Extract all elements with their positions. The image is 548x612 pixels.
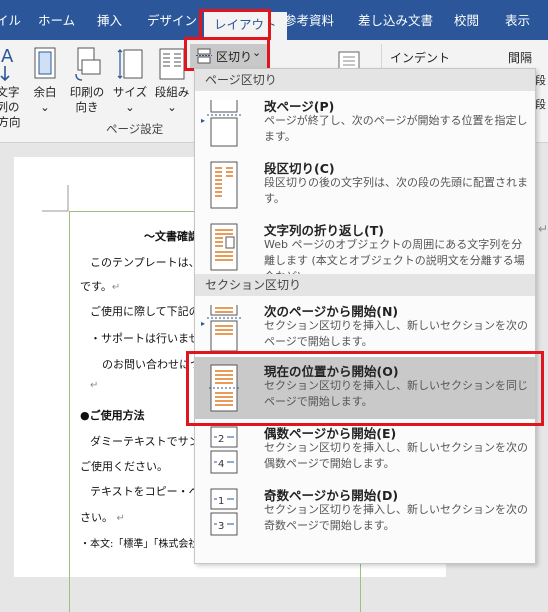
arrow-marker-icon: ▸: [201, 319, 206, 328]
margin-corner-mark: [42, 185, 69, 212]
menu-item-text-wrapping[interactable]: 文字列の折り返し(T) Web ページのオブジェクトの周囲にある文字列を分離しま…: [195, 216, 535, 283]
text-direction-icon: A: [0, 46, 14, 82]
menu-item-even-page[interactable]: 2 4 偶数ページから開始(E) セクション区切りを挿入し、新しいセクションを次…: [195, 419, 535, 481]
svg-text:1: 1: [218, 496, 224, 507]
page-setup-group-label: ページ設定: [106, 122, 164, 136]
column-break-icon: [210, 161, 238, 209]
doc-line: さい。 ↵: [80, 511, 125, 524]
size-button[interactable]: サイズ ⌄: [112, 46, 148, 115]
ribbon-tab-bar: イル ホーム 挿入 デザイン レイアウト 参考資料 差し込み文書 校閲 表示: [0, 0, 548, 40]
next-page-break-icon: [207, 305, 241, 352]
doc-line: ・サポートは行いません: [90, 332, 211, 345]
tab-layout[interactable]: レイアウト: [204, 12, 287, 40]
tab-references[interactable]: 参考資料: [284, 10, 334, 32]
tab-mailings[interactable]: 差し込み文書: [358, 10, 433, 32]
margins-button[interactable]: 余白 ⌄: [28, 46, 62, 115]
doc-heading: ●ご使用方法: [80, 409, 145, 422]
breaks-icon: [196, 48, 212, 64]
size-icon: [117, 49, 143, 79]
spacing-label: 間隔: [508, 51, 533, 65]
margins-icon: [34, 47, 56, 79]
columns-icon: [159, 48, 185, 80]
section-header-section-breaks: セクション区切り: [195, 274, 535, 296]
doc-line: ご使用に際して下記の点: [90, 305, 211, 318]
tab-file[interactable]: イル: [0, 10, 21, 32]
breaks-button[interactable]: 区切り ⌄: [190, 44, 268, 68]
orientation-icon: [75, 47, 101, 81]
orientation-button[interactable]: 印刷の 向き: [66, 46, 108, 115]
tab-view[interactable]: 表示: [505, 10, 530, 32]
menu-item-column-break[interactable]: 段区切り(C) 段区切りの後の文字列は、次の段の先頭に配置されます。: [195, 154, 535, 216]
text-wrapping-icon: [210, 223, 238, 271]
svg-text:2: 2: [218, 434, 224, 445]
doc-line: です。↵: [80, 280, 121, 293]
page-break-icon: [207, 100, 241, 147]
breaks-dropdown-menu: ページ区切り ▸ 改ページ(P) ページが終了し、次のページが開始する位置を指定…: [194, 68, 536, 564]
doc-title: 〜文書確認: [144, 230, 199, 243]
spacing-after-label: 段: [535, 98, 546, 111]
arrow-marker-icon: ▸: [201, 116, 206, 125]
tab-home[interactable]: ホーム: [38, 10, 75, 32]
right-para-mark: ↵: [538, 222, 548, 236]
svg-text:A: A: [1, 46, 14, 67]
tab-design[interactable]: デザイン: [147, 10, 197, 32]
even-page-break-icon: 2 4: [210, 426, 238, 474]
tab-review[interactable]: 校閲: [454, 10, 479, 32]
chevron-down-icon: ⌄: [252, 46, 262, 59]
menu-item-page-break[interactable]: ▸ 改ページ(P) ページが終了し、次のページが開始する位置を指定します。: [195, 92, 535, 154]
tab-insert[interactable]: 挿入: [97, 10, 122, 32]
doc-line: ↵: [90, 380, 99, 391]
menu-item-odd-page[interactable]: 1 3 奇数ページから開始(D) セクション区切りを挿入し、新しいセクションを次…: [195, 481, 535, 543]
doc-line: このテンプレートは、入: [90, 256, 211, 269]
menu-item-next-page[interactable]: ▸ 次のページから開始(N) セクション区切りを挿入し、新しいセクションを次のペ…: [195, 297, 535, 359]
section-header-page-breaks: ページ区切り: [195, 69, 535, 91]
doc-line: ご使用ください。: [80, 460, 168, 473]
continuous-break-icon: [209, 364, 239, 412]
indent-label: インデント: [390, 51, 451, 65]
spacing-before-label: 段: [535, 74, 546, 87]
menu-item-continuous[interactable]: 現在の位置から開始(O) セクション区切りを挿入し、新しいセクションを同じページ…: [195, 357, 535, 419]
svg-text:3: 3: [218, 521, 224, 532]
svg-text:4: 4: [218, 459, 224, 470]
text-direction-button[interactable]: A 文字列の 方向: [0, 46, 24, 130]
odd-page-break-icon: 1 3: [210, 488, 238, 536]
columns-button[interactable]: 段組み ⌄: [152, 46, 192, 115]
